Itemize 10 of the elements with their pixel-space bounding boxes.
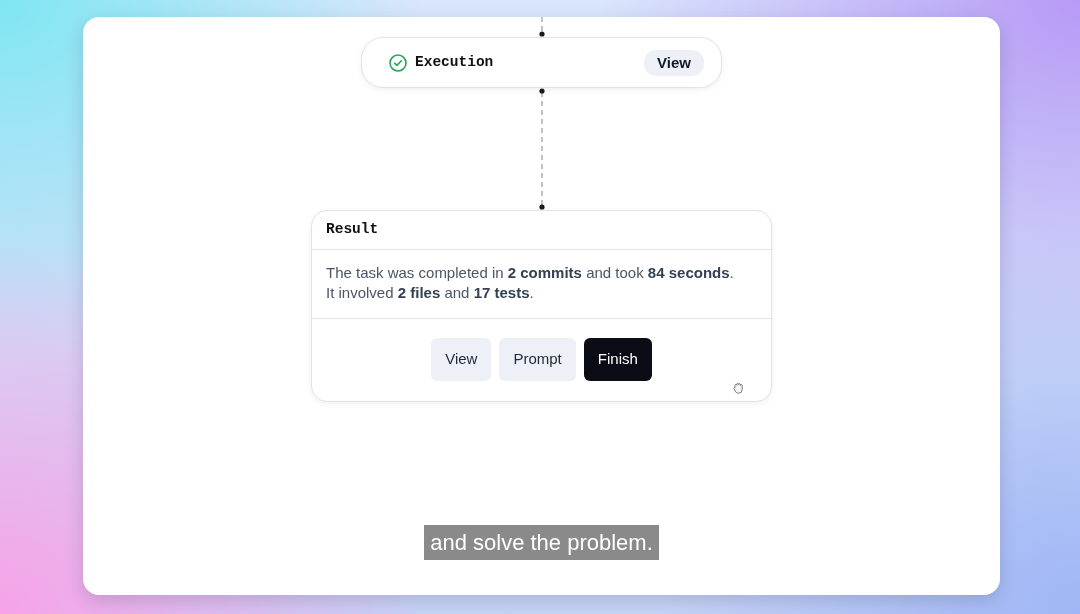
finish-button[interactable]: Finish	[583, 338, 652, 381]
result-message: The task was completed in 2 commits and took 84 seconds. It involved 2 files and 17 tests.	[326, 263, 735, 303]
action-button[interactable]: Prompt	[499, 338, 576, 381]
view-button[interactable]: View	[644, 49, 704, 76]
video-subtitle: and solve the problem.	[424, 525, 659, 560]
connector-line	[537, 17, 546, 37]
node-title: Execution	[415, 52, 495, 72]
card-title: Result	[326, 220, 379, 240]
action-button[interactable]: View	[431, 338, 492, 381]
hand-cursor-icon	[733, 382, 744, 394]
